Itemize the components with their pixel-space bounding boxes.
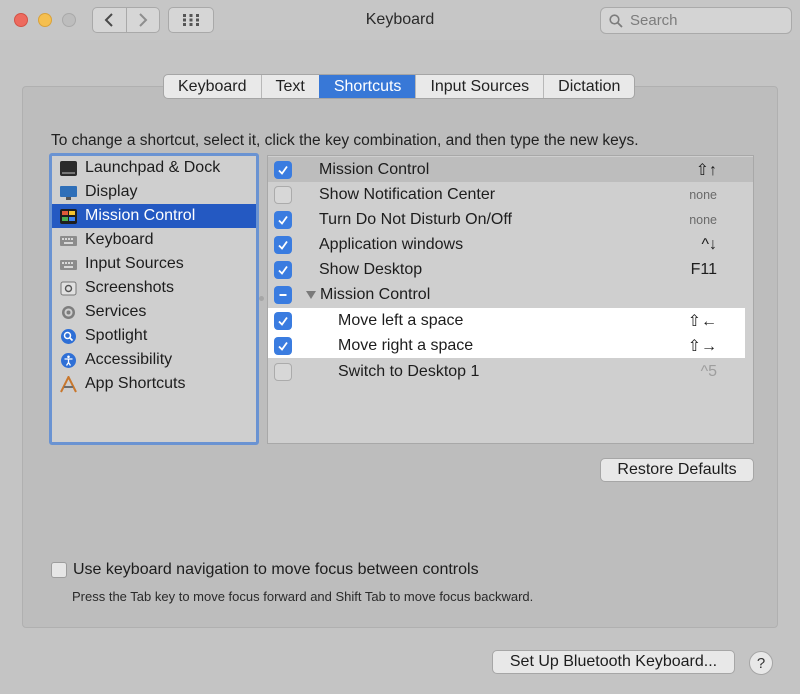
category-list: Launchpad & Dock Display Mission Control… (49, 153, 259, 445)
category-mission-control[interactable]: Mission Control (52, 204, 256, 228)
shortcut-checkbox[interactable] (274, 160, 292, 179)
gear-icon (59, 304, 78, 321)
keyboard-navigation-hint: Press the Tab key to move focus forward … (72, 589, 534, 604)
shortcut-row[interactable]: Show Desktop F11 (268, 257, 753, 282)
keyboard-icon (59, 232, 78, 249)
category-label: Mission Control (85, 207, 196, 224)
tab-dictation[interactable]: Dictation (543, 75, 634, 98)
restore-defaults-button[interactable]: Restore Defaults (600, 458, 754, 482)
shortcut-keys[interactable]: ⇧→ (688, 336, 717, 356)
category-label: Spotlight (85, 327, 148, 344)
shortcut-group-checkbox[interactable] (274, 285, 292, 304)
tab-bar: Keyboard Text Shortcuts Input Sources Di… (163, 74, 636, 99)
keyboard-navigation-option[interactable]: Use keyboard navigation to move focus be… (51, 561, 479, 579)
shortcut-label: Turn Do Not Disturb On/Off (319, 210, 512, 228)
shortcut-row[interactable]: Switch to Desktop 1 ^5 (268, 359, 753, 384)
shortcut-group-label: Mission Control (306, 286, 430, 304)
shortcut-keys[interactable]: F11 (691, 261, 717, 279)
spotlight-icon (59, 328, 78, 345)
category-app-shortcuts[interactable]: App Shortcuts (52, 372, 256, 396)
shortcut-keys[interactable]: ^5 (701, 363, 717, 381)
shortcut-keys[interactable]: ^↓ (701, 236, 717, 254)
tab-input-sources[interactable]: Input Sources (415, 75, 543, 98)
display-icon (59, 184, 78, 201)
app-shortcuts-icon (59, 375, 78, 393)
shortcut-checkbox[interactable] (274, 235, 292, 254)
checkmark-icon (278, 215, 288, 225)
category-label: Input Sources (85, 255, 184, 272)
category-accessibility[interactable]: Accessibility (52, 348, 256, 372)
shortcut-row[interactable]: Show Notification Center none (268, 182, 753, 207)
search-placeholder: Search (630, 12, 678, 29)
shortcut-list: Mission Control ⇧↑ Show Notification Cen… (267, 155, 754, 444)
checkmark-icon (278, 265, 288, 275)
shortcut-row[interactable]: Move left a space ⇧← (268, 308, 745, 333)
instruction-text: To change a shortcut, select it, click t… (51, 132, 639, 149)
tab-text[interactable]: Text (260, 75, 319, 98)
accessibility-icon (59, 352, 78, 369)
shortcut-keys[interactable]: none (689, 213, 717, 227)
disclosure-triangle-icon[interactable] (306, 290, 316, 299)
mission-control-icon (59, 208, 78, 225)
shortcut-keys[interactable]: none (689, 188, 717, 202)
shortcut-checkbox[interactable] (274, 311, 292, 330)
category-label: App Shortcuts (85, 375, 186, 392)
shortcut-checkbox[interactable] (274, 362, 292, 381)
shortcut-label: Application windows (319, 235, 464, 253)
shortcut-label: Mission Control (319, 160, 430, 178)
tab-shortcuts[interactable]: Shortcuts (318, 75, 416, 98)
checkmark-icon (278, 341, 288, 351)
checkmark-icon (278, 240, 288, 250)
category-label: Display (85, 183, 138, 200)
shortcut-checkbox[interactable] (274, 260, 292, 279)
dash-icon (279, 293, 287, 296)
shortcut-row[interactable]: Application windows ^↓ (268, 232, 753, 257)
keyboard-navigation-label: Use keyboard navigation to move focus be… (73, 561, 479, 578)
shortcut-row[interactable]: Turn Do Not Disturb On/Off none (268, 207, 753, 232)
shortcut-label: Switch to Desktop 1 (338, 362, 480, 380)
shortcut-checkbox[interactable] (274, 185, 292, 204)
category-screenshots[interactable]: Screenshots (52, 276, 256, 300)
category-input-sources[interactable]: Input Sources (52, 252, 256, 276)
category-keyboard[interactable]: Keyboard (52, 228, 256, 252)
split-view-handle[interactable] (259, 296, 264, 301)
search-icon (609, 13, 623, 28)
shortcut-label: Move left a space (338, 311, 464, 329)
category-label: Accessibility (85, 351, 173, 368)
set-up-bluetooth-keyboard-button[interactable]: Set Up Bluetooth Keyboard... (492, 650, 735, 674)
shortcut-checkbox[interactable] (274, 210, 292, 229)
category-services[interactable]: Services (52, 300, 256, 324)
category-spotlight[interactable]: Spotlight (52, 324, 256, 348)
help-button[interactable]: ? (749, 651, 773, 675)
shortcut-row[interactable]: Move right a space ⇧→ (268, 333, 745, 358)
input-sources-icon (59, 256, 78, 273)
tab-keyboard[interactable]: Keyboard (164, 75, 260, 98)
category-label: Screenshots (85, 279, 174, 296)
category-display[interactable]: Display (52, 180, 256, 204)
shortcut-group-row[interactable]: Mission Control (268, 282, 753, 307)
shortcut-row[interactable]: Mission Control ⇧↑ (268, 157, 753, 182)
search-input[interactable]: Search (600, 7, 792, 34)
checkmark-icon (278, 165, 288, 175)
group-name: Mission Control (320, 285, 431, 303)
shortcut-keys[interactable]: ⇧↑ (696, 160, 717, 180)
keyboard-navigation-checkbox[interactable] (51, 562, 67, 578)
shortcut-label: Show Notification Center (319, 185, 496, 203)
shortcut-keys[interactable]: ⇧← (688, 311, 717, 331)
shortcut-label: Move right a space (338, 336, 474, 354)
shortcut-label: Show Desktop (319, 260, 423, 278)
category-label: Services (85, 303, 147, 320)
category-label: Launchpad & Dock (85, 159, 221, 176)
category-label: Keyboard (85, 231, 154, 248)
launchpad-icon (59, 160, 78, 177)
checkmark-icon (278, 316, 288, 326)
screenshots-icon (59, 280, 78, 297)
shortcut-checkbox[interactable] (274, 336, 292, 355)
category-launchpad-dock[interactable]: Launchpad & Dock (52, 156, 256, 180)
